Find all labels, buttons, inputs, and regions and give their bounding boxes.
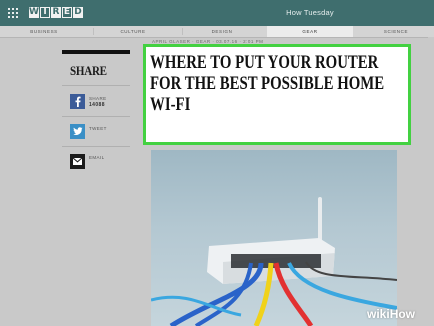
share-heading: SHARE xyxy=(70,63,107,78)
share-divider xyxy=(62,116,130,117)
facebook-icon xyxy=(75,96,81,107)
facebook-share-label[interactable]: SHARE 14088 xyxy=(89,96,107,108)
twitter-share-button[interactable] xyxy=(70,124,85,139)
email-label[interactable]: EMAIL xyxy=(89,155,105,160)
nav-item-design[interactable]: DESIGN xyxy=(192,26,252,37)
article-headline[interactable]: WHERE TO PUT YOUR ROUTER FOR THE BEST PO… xyxy=(150,52,384,115)
nav-item-culture[interactable]: CULTURE xyxy=(103,26,163,37)
logo-letter: R xyxy=(51,7,61,18)
headline-line: WHERE TO PUT YOUR ROUTER xyxy=(150,52,379,73)
router-cables-illustration xyxy=(151,197,397,326)
nav-divider xyxy=(182,28,183,35)
top-bar: W I R E D How Tuesday xyxy=(0,0,434,26)
logo-letter: E xyxy=(62,7,72,18)
nav-divider xyxy=(93,28,94,35)
nav-item-gear[interactable]: GEAR xyxy=(267,26,353,37)
twitter-bird-icon xyxy=(72,127,83,135)
top-bar-title: How Tuesday xyxy=(286,8,334,17)
nav-item-science[interactable]: SCIENCE xyxy=(368,26,424,37)
watermark-how: How xyxy=(389,307,416,321)
logo-letter: I xyxy=(40,7,50,18)
logo-letter: W xyxy=(29,7,39,18)
headline-line: WI-FI xyxy=(150,94,191,115)
share-divider xyxy=(62,85,130,86)
email-share-button[interactable] xyxy=(70,154,85,169)
article-photo xyxy=(151,150,397,326)
watermark-wiki: wiki xyxy=(367,307,390,321)
wired-logo[interactable]: W I R E D xyxy=(29,7,83,18)
menu-grid-icon[interactable] xyxy=(8,8,18,18)
envelope-icon xyxy=(73,158,82,165)
logo-letter: D xyxy=(73,7,83,18)
tweet-label[interactable]: TWEET xyxy=(89,126,107,131)
facebook-share-button[interactable] xyxy=(70,94,85,109)
wikihow-watermark: wikiHow xyxy=(367,307,415,321)
share-top-rule xyxy=(62,50,130,54)
section-nav: BUSINESS CULTURE DESIGN GEAR SCIENCE xyxy=(0,26,434,38)
facebook-share-text: SHARE xyxy=(89,96,107,101)
headline-line: FOR THE BEST POSSIBLE HOME xyxy=(150,73,385,94)
nav-item-business[interactable]: BUSINESS xyxy=(14,26,74,37)
facebook-share-count: 14088 xyxy=(89,102,105,108)
page-scrollbar[interactable] xyxy=(428,37,434,326)
share-divider xyxy=(62,146,130,147)
